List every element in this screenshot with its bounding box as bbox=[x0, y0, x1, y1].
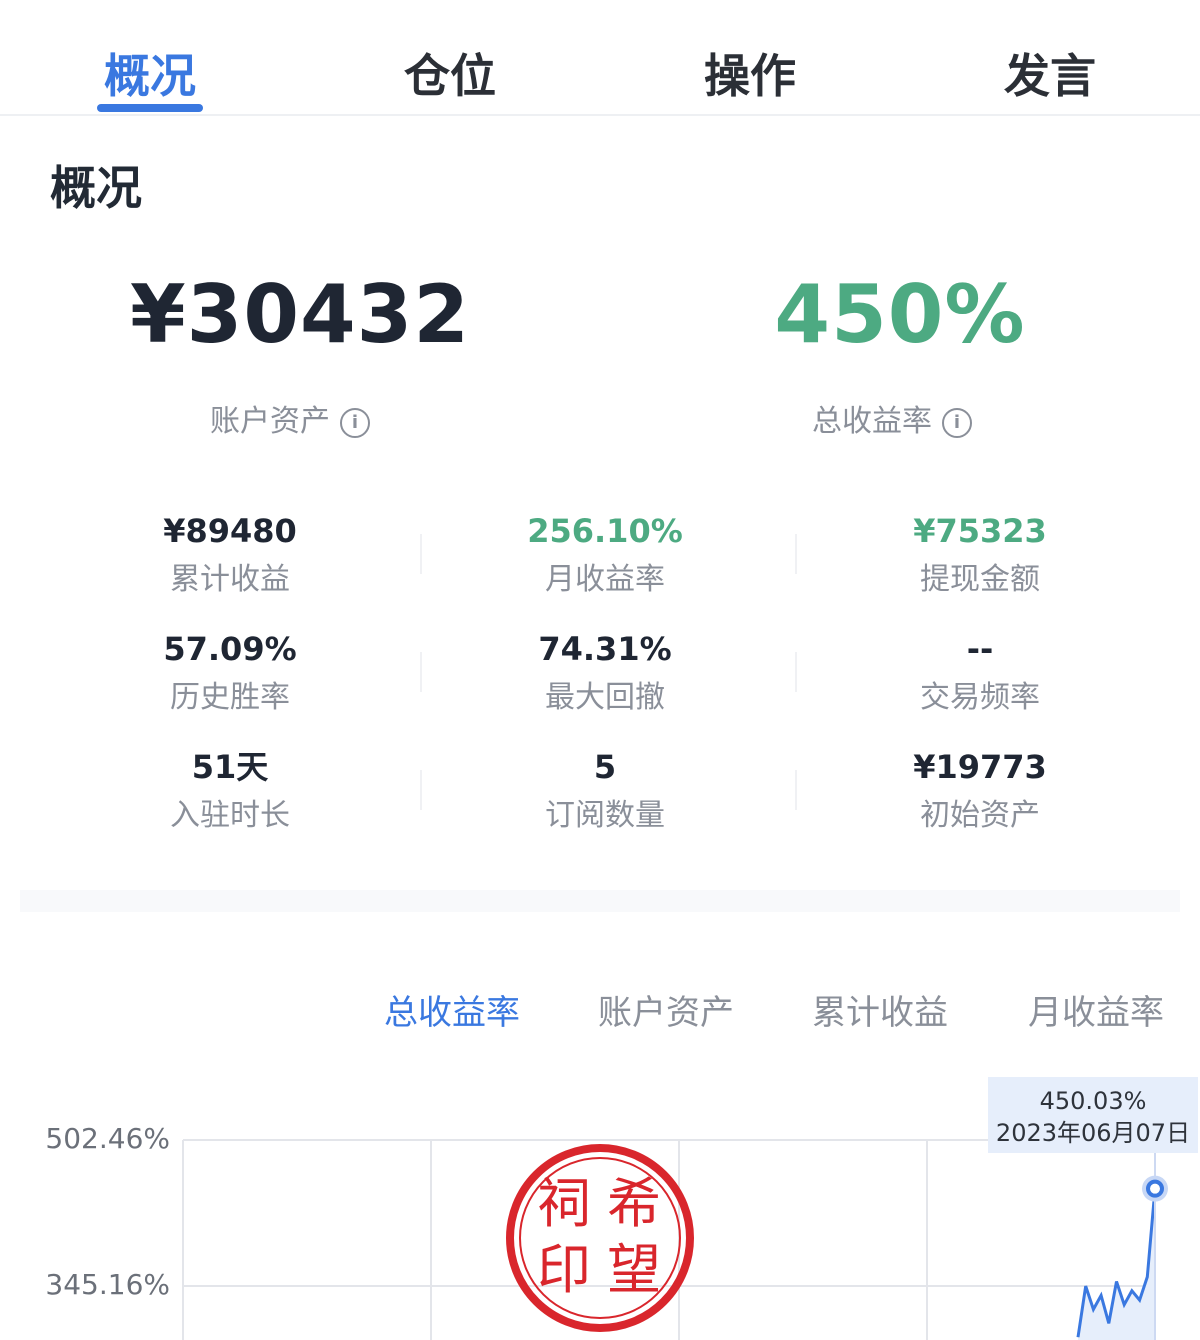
stat-item: ¥89480 累计收益 bbox=[80, 510, 380, 598]
stat-value: -- bbox=[966, 630, 994, 668]
stat-value: 74.31% bbox=[538, 630, 672, 668]
divider bbox=[795, 770, 797, 810]
series-area bbox=[1078, 1188, 1155, 1340]
tab-posts[interactable]: 发言 bbox=[950, 40, 1150, 106]
stat-label: 最大回撤 bbox=[545, 680, 665, 715]
chart-tab-cumulative-income[interactable]: 累计收益 bbox=[780, 985, 980, 1034]
stat-label: 提现金额 bbox=[920, 562, 1040, 597]
stat-value: ¥89480 bbox=[163, 512, 297, 550]
stat-label: 交易频率 bbox=[920, 680, 1040, 715]
chart-tooltip: 450.03% 2023年06月07日 bbox=[988, 1077, 1198, 1153]
stat-item: 51天入驻时长 bbox=[80, 746, 380, 834]
chart-tab-total-return[interactable]: 总收益率 bbox=[352, 985, 552, 1034]
seal-char: 印 bbox=[537, 1238, 591, 1301]
chart-tab-account-assets[interactable]: 账户资产 bbox=[566, 985, 766, 1034]
info-icon[interactable]: i bbox=[942, 408, 972, 438]
stat-label: 初始资产 bbox=[920, 798, 1040, 833]
total-return-value: 450% bbox=[774, 268, 1026, 361]
section-title: 概况 bbox=[50, 161, 142, 215]
divider bbox=[420, 652, 422, 692]
divider bbox=[795, 652, 797, 692]
stat-item: ¥75323 提现金额 bbox=[830, 510, 1130, 598]
divider bbox=[795, 534, 797, 574]
active-tab-indicator bbox=[97, 104, 203, 112]
total-return-label: 总收益率 bbox=[812, 404, 932, 439]
seal-char: 祠 bbox=[537, 1172, 591, 1235]
stat-value: ¥19773 bbox=[913, 748, 1047, 786]
divider bbox=[420, 770, 422, 810]
stat-value: 57.09% bbox=[163, 630, 297, 668]
stat-value: ¥75323 bbox=[913, 512, 1047, 550]
info-icon[interactable]: i bbox=[340, 408, 370, 438]
top-tab-bar: 概况 仓位 操作 发言 bbox=[0, 0, 1200, 116]
stat-item: -- 交易频率 bbox=[830, 628, 1130, 716]
tab-operations[interactable]: 操作 bbox=[650, 40, 850, 106]
seal-stamp: 祠 希 印 望 bbox=[506, 1144, 694, 1332]
account-assets-label-row: 账户资产 i bbox=[40, 396, 540, 440]
stat-label: 月收益率 bbox=[545, 562, 665, 597]
stat-label: 累计收益 bbox=[170, 562, 290, 597]
data-point bbox=[1146, 1179, 1164, 1198]
account-assets-value: ¥30432 bbox=[130, 268, 470, 361]
seal-char: 望 bbox=[607, 1238, 661, 1301]
stat-label: 入驻时长 bbox=[170, 798, 290, 833]
tab-positions[interactable]: 仓位 bbox=[350, 40, 550, 106]
stat-item: 74.31% 最大回撤 bbox=[455, 628, 755, 716]
section-separator bbox=[20, 890, 1180, 912]
stat-item: ¥19773 初始资产 bbox=[830, 746, 1130, 834]
stat-item: 57.09% 历史胜率 bbox=[80, 628, 380, 716]
stat-value: 51天 bbox=[191, 748, 269, 786]
tab-overview[interactable]: 概况 bbox=[50, 40, 250, 106]
stat-label: 历史胜率 bbox=[170, 680, 290, 715]
tooltip-date: 2023年06月07日 bbox=[995, 1119, 1191, 1147]
divider bbox=[420, 534, 422, 574]
stat-item: 256.10% 月收益率 bbox=[455, 510, 755, 598]
stat-label: 订阅数量 bbox=[545, 798, 665, 833]
stat-value: 256.10% bbox=[527, 512, 683, 550]
tooltip-value: 450.03% bbox=[1039, 1087, 1147, 1115]
chart-tab-monthly-return[interactable]: 月收益率 bbox=[996, 985, 1196, 1034]
total-return-label-row: 总收益率 i bbox=[642, 396, 1142, 440]
stat-item: 5 订阅数量 bbox=[455, 746, 755, 834]
stat-value: 5 bbox=[593, 748, 617, 786]
account-assets-label: 账户资产 bbox=[210, 404, 330, 439]
seal-char: 希 bbox=[607, 1172, 661, 1235]
